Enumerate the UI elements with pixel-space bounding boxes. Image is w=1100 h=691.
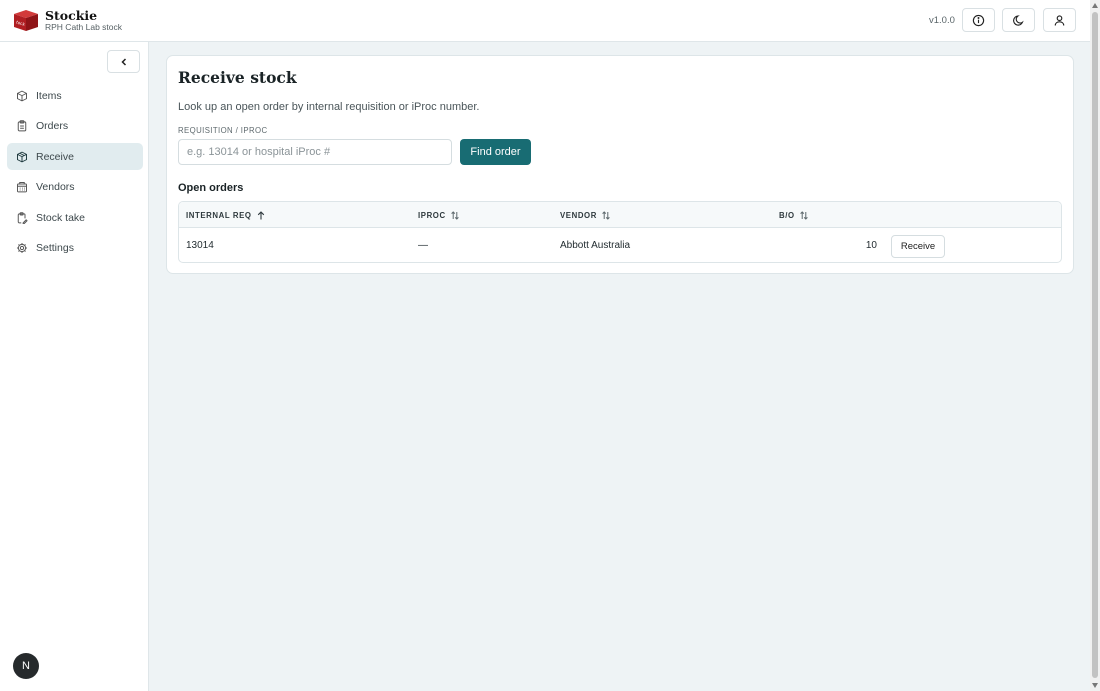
open-orders-table: INTERNAL REQ IPROC VENDOR B/O 13014 — Ab…: [178, 201, 1062, 263]
sidebar-item-settings[interactable]: Settings: [7, 234, 143, 261]
column-header-label: B/O: [779, 210, 795, 220]
sidebar-item-label: Receive: [36, 150, 74, 163]
page-scrollbar[interactable]: [1090, 0, 1100, 691]
sort-icon: [602, 210, 610, 220]
sidebar: Items Orders Receive Vendors Stock take …: [0, 42, 149, 691]
account-button[interactable]: [1043, 8, 1076, 32]
info-icon: [972, 14, 985, 26]
info-button[interactable]: [962, 8, 995, 32]
cell-vendor: Abbott Australia: [560, 240, 631, 251]
app-subtitle: RPH Cath Lab stock: [45, 22, 123, 32]
column-header-iproc[interactable]: IPROC: [418, 202, 459, 228]
column-header-bo[interactable]: B/O: [779, 202, 808, 228]
stockie-logo: tock: [14, 10, 38, 31]
page-title: Receive stock: [178, 68, 297, 87]
gear-icon: [16, 242, 28, 253]
moon-icon: [1013, 14, 1024, 26]
sort-icon: [450, 210, 459, 220]
package-icon: [17, 151, 27, 162]
table-header: INTERNAL REQ IPROC VENDOR B/O: [179, 202, 1061, 228]
sort-ascending-icon: [257, 210, 264, 219]
sidebar-item-label: Vendors: [36, 180, 75, 193]
sidebar-item-receive[interactable]: Receive: [7, 143, 143, 170]
sidebar-item-items[interactable]: Items: [7, 82, 143, 109]
scroll-up-arrow-icon[interactable]: [1092, 3, 1098, 8]
cell-bo: 10: [865, 240, 877, 251]
theme-toggle-button[interactable]: [1002, 8, 1035, 32]
open-orders-title: Open orders: [178, 182, 244, 194]
column-header-label: INTERNAL REQ: [186, 210, 252, 220]
chevron-left-icon: [120, 57, 126, 66]
scroll-down-arrow-icon[interactable]: [1092, 683, 1098, 688]
building-icon: [17, 181, 27, 192]
column-header-internal-req[interactable]: INTERNAL REQ: [186, 202, 265, 228]
version-label: v1.0.0: [929, 15, 955, 26]
scrollbar-thumb[interactable]: [1092, 12, 1098, 678]
sidebar-item-vendors[interactable]: Vendors: [7, 173, 143, 200]
box-icon: [17, 90, 27, 101]
sort-icon: [799, 210, 808, 220]
sidebar-item-label: Stock take: [36, 211, 86, 224]
avatar[interactable]: N: [13, 653, 39, 679]
collapse-sidebar-button[interactable]: [107, 50, 140, 73]
requisition-field-label: REQUISITION / IPROC: [178, 126, 268, 135]
column-header-vendor[interactable]: VENDOR: [560, 202, 610, 228]
user-icon: [1054, 14, 1065, 26]
requisition-search-input[interactable]: [178, 139, 452, 165]
app-name: Stockie: [45, 8, 98, 23]
receive-button[interactable]: Receive: [891, 235, 945, 258]
sidebar-item-label: Orders: [36, 119, 69, 132]
column-header-label: IPROC: [418, 210, 446, 220]
app-header: tock Stockie RPH Cath Lab stock v1.0.0: [0, 0, 1090, 42]
column-header-label: VENDOR: [560, 210, 597, 220]
sidebar-item-stock-take[interactable]: Stock take: [7, 204, 143, 231]
find-order-button[interactable]: Find order: [460, 139, 531, 165]
sidebar-item-label: Items: [36, 89, 62, 102]
receive-stock-card: Receive stock Look up an open order by i…: [166, 55, 1074, 274]
clipboard-icon: [17, 119, 27, 131]
cell-iproc: —: [418, 240, 428, 251]
cell-internal-req: 13014: [186, 240, 214, 251]
sidebar-item-orders[interactable]: Orders: [7, 112, 143, 139]
sidebar-item-label: Settings: [36, 241, 74, 254]
page-description: Look up an open order by internal requis…: [178, 101, 480, 113]
clipboard-edit-icon: [17, 211, 28, 224]
